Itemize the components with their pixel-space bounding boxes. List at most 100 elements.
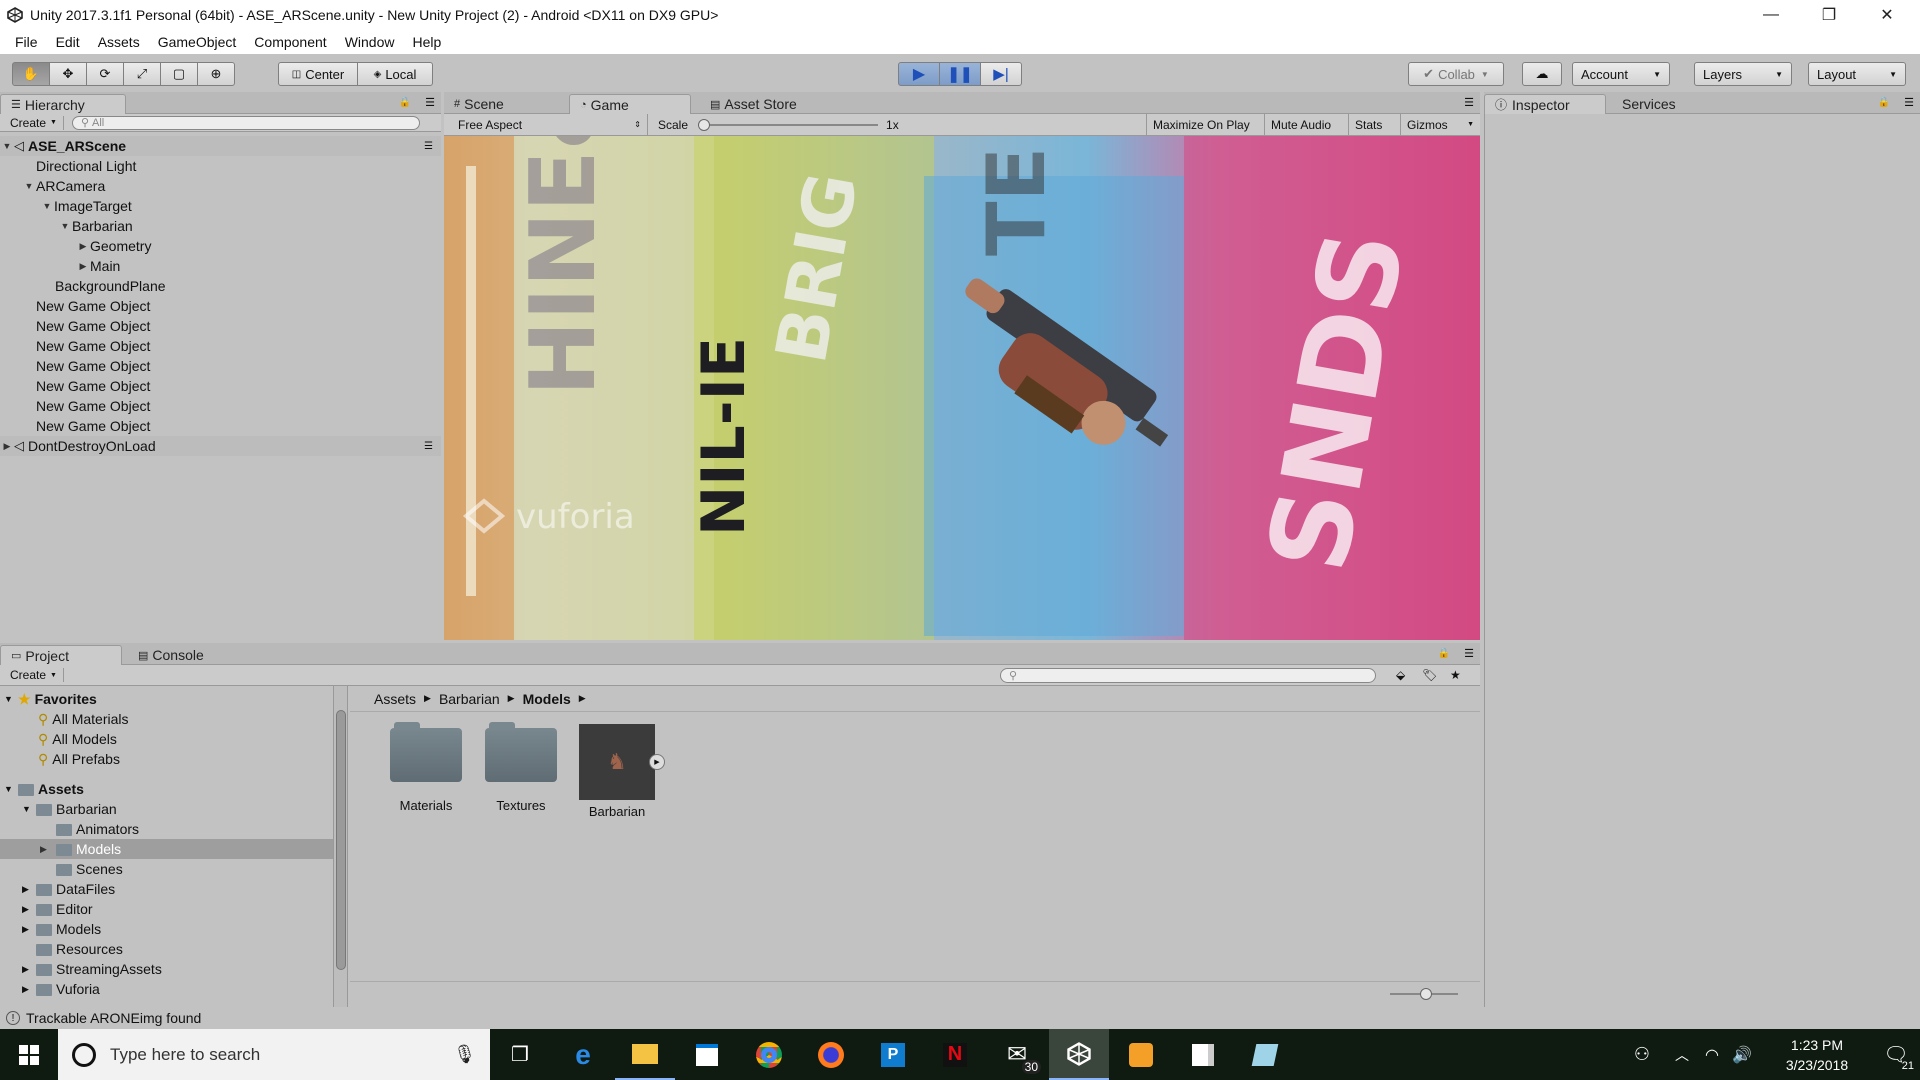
microphone-icon[interactable]: 🎙 (453, 1044, 476, 1065)
collapse-arrow-icon[interactable]: ▶ (76, 241, 90, 252)
taskbar-store[interactable] (677, 1029, 737, 1080)
hierarchy-create-button[interactable]: Create ▼ (4, 115, 64, 130)
hierarchy-item-new-game-object[interactable]: New Game Object (36, 336, 150, 356)
scale-tool-button[interactable]: ⤢ (123, 62, 161, 86)
menu-window[interactable]: Window (336, 34, 404, 50)
menu-file[interactable]: File (6, 34, 47, 50)
breadcrumb-barbarian[interactable]: Barbarian (439, 691, 500, 707)
collapse-arrow-icon[interactable]: ▶ (40, 844, 56, 855)
folder-models[interactable]: ▶ Models (22, 919, 101, 939)
collapse-arrow-icon[interactable]: ▶ (22, 984, 36, 995)
hierarchy-item-new-game-object[interactable]: New Game Object (36, 376, 150, 396)
rotate-tool-button[interactable]: ⟳ (86, 62, 124, 86)
account-dropdown[interactable]: Account ▼ (1572, 62, 1670, 86)
taskbar-search-box[interactable]: Type here to search 🎙 (58, 1029, 490, 1080)
slider-thumb[interactable] (1420, 988, 1432, 1000)
taskbar-netflix[interactable]: N (925, 1029, 985, 1080)
aspect-dropdown[interactable]: Free Aspect ⇕ (444, 113, 648, 136)
folder-streamingassets[interactable]: ▶ StreamingAssets (22, 959, 162, 979)
panel-menu-icon[interactable]: ☰ (1464, 96, 1474, 109)
tree-scrollbar[interactable] (333, 686, 347, 1007)
gizmos-dropdown[interactable]: Gizmos ▼ (1400, 113, 1480, 136)
action-center-button[interactable]: 🗨 21 (1872, 1029, 1920, 1080)
hand-tool-button[interactable]: ✋ (12, 62, 50, 86)
close-button[interactable]: ✕ (1858, 0, 1916, 30)
taskbar-publisher[interactable]: P (863, 1029, 923, 1080)
scroll-thumb[interactable] (336, 710, 346, 970)
people-button[interactable]: ⚇ (1620, 1029, 1664, 1080)
cloud-button[interactable]: ☁ (1522, 62, 1562, 86)
panel-menu-icon[interactable]: ☰ (1904, 96, 1914, 109)
minimize-button[interactable]: — (1742, 0, 1800, 30)
scene-menu-icon[interactable]: ☰ (424, 141, 433, 152)
taskbar-edge[interactable]: e (553, 1029, 613, 1080)
menu-help[interactable]: Help (403, 34, 450, 50)
assets-root[interactable]: ▼ Assets (4, 779, 84, 799)
taskbar-app-blue[interactable] (1235, 1029, 1295, 1080)
folder-barbarian[interactable]: ▼ Barbarian (22, 799, 117, 819)
pause-button[interactable]: ❚❚ (939, 62, 981, 86)
filter-label-icon[interactable]: 🏷 (1422, 668, 1437, 682)
favorite-all-materials[interactable]: ⚲ All Materials (38, 709, 129, 729)
hierarchy-item-new-game-object[interactable]: New Game Object (36, 416, 150, 436)
scene-menu-icon[interactable]: ☰ (424, 441, 433, 452)
folder-datafiles[interactable]: ▶ DataFiles (22, 879, 115, 899)
menu-assets[interactable]: Assets (89, 34, 149, 50)
folder-vuforia[interactable]: ▶ Vuforia (22, 979, 100, 999)
taskbar-file-explorer[interactable] (615, 1029, 675, 1080)
lock-icon[interactable]: 🔒 (1438, 648, 1450, 659)
hierarchy-item-new-game-object[interactable]: New Game Object (36, 396, 150, 416)
volume-button[interactable]: 🔊 (1728, 1029, 1756, 1080)
restore-button[interactable]: ❐ (1800, 0, 1858, 30)
scale-slider[interactable] (698, 118, 879, 132)
pivot-center-button[interactable]: ◫ Center (278, 62, 358, 86)
tab-project[interactable]: ▭ Project (0, 645, 122, 665)
tab-services[interactable]: Services (1612, 94, 1702, 114)
hierarchy-item-geometry[interactable]: ▶ Geometry (76, 236, 152, 256)
collapse-arrow-icon[interactable]: ▶ (22, 904, 36, 915)
expand-arrow-icon[interactable]: ▼ (22, 181, 36, 191)
folder-resources[interactable]: Resources (36, 939, 123, 959)
tab-scene[interactable]: # Scene (444, 94, 556, 114)
hierarchy-item-backgroundplane[interactable]: BackgroundPlane (55, 276, 166, 296)
layout-dropdown[interactable]: Layout ▼ (1808, 62, 1906, 86)
panel-menu-icon[interactable]: ☰ (1464, 647, 1474, 660)
move-tool-button[interactable]: ✥ (49, 62, 87, 86)
asset-barbarian-model[interactable]: ♞ ▶ Barbarian (577, 724, 665, 819)
collapse-arrow-icon[interactable]: ▶ (76, 261, 90, 272)
rect-tool-button[interactable]: ▢ (160, 62, 198, 86)
slider-thumb[interactable] (698, 118, 711, 131)
expand-arrow-icon[interactable]: ▼ (58, 221, 72, 231)
expand-arrow-icon[interactable]: ▼ (40, 201, 54, 211)
project-search-input[interactable]: ⚲ (1000, 667, 1376, 683)
hierarchy-item-arcamera[interactable]: ▼ ARCamera (22, 176, 106, 196)
layers-dropdown[interactable]: Layers ▼ (1694, 62, 1792, 86)
lock-icon[interactable]: 🔒 (1878, 97, 1890, 108)
scene-row[interactable]: ▼ ◁ ASE_ARScene ☰ (0, 136, 441, 156)
expand-arrow-icon[interactable]: ▼ (4, 784, 18, 794)
menu-gameobject[interactable]: GameObject (149, 34, 246, 50)
show-hidden-icons-button[interactable]: ︿ (1668, 1029, 1696, 1080)
breadcrumb-assets[interactable]: Assets (374, 691, 416, 707)
tab-game[interactable]: ◔ Game (569, 94, 691, 114)
pivot-local-button[interactable]: ◈ Local (357, 62, 433, 86)
folder-models-selected[interactable]: ▶ Models (0, 839, 347, 859)
taskbar-chrome[interactable] (739, 1029, 799, 1080)
network-button[interactable]: ◠ (1698, 1029, 1726, 1080)
tab-hierarchy[interactable]: ☰ Hierarchy (0, 94, 126, 114)
size-slider[interactable] (1390, 988, 1458, 1000)
step-button[interactable]: ▶| (980, 62, 1022, 86)
menu-edit[interactable]: Edit (47, 34, 89, 50)
taskbar-app-orange[interactable] (1111, 1029, 1171, 1080)
tab-inspector[interactable]: ⓘ Inspector (1484, 94, 1606, 114)
favorite-all-models[interactable]: ⚲ All Models (38, 729, 117, 749)
maximize-on-play-toggle[interactable]: Maximize On Play (1146, 113, 1256, 136)
transform-tool-button[interactable]: ⊕ (197, 62, 235, 86)
collab-button[interactable]: ✔ Collab ▼ (1408, 62, 1504, 86)
project-create-button[interactable]: Create ▼ (4, 668, 64, 682)
favorite-star-icon[interactable]: ★ (1450, 668, 1461, 682)
tab-console[interactable]: ▤ Console (128, 645, 228, 665)
collapse-arrow-icon[interactable]: ▶ (0, 441, 14, 452)
dontdestroy-row[interactable]: ▶ ◁ DontDestroyOnLoad ☰ (0, 436, 441, 456)
asset-materials-folder[interactable]: Materials (386, 722, 466, 813)
